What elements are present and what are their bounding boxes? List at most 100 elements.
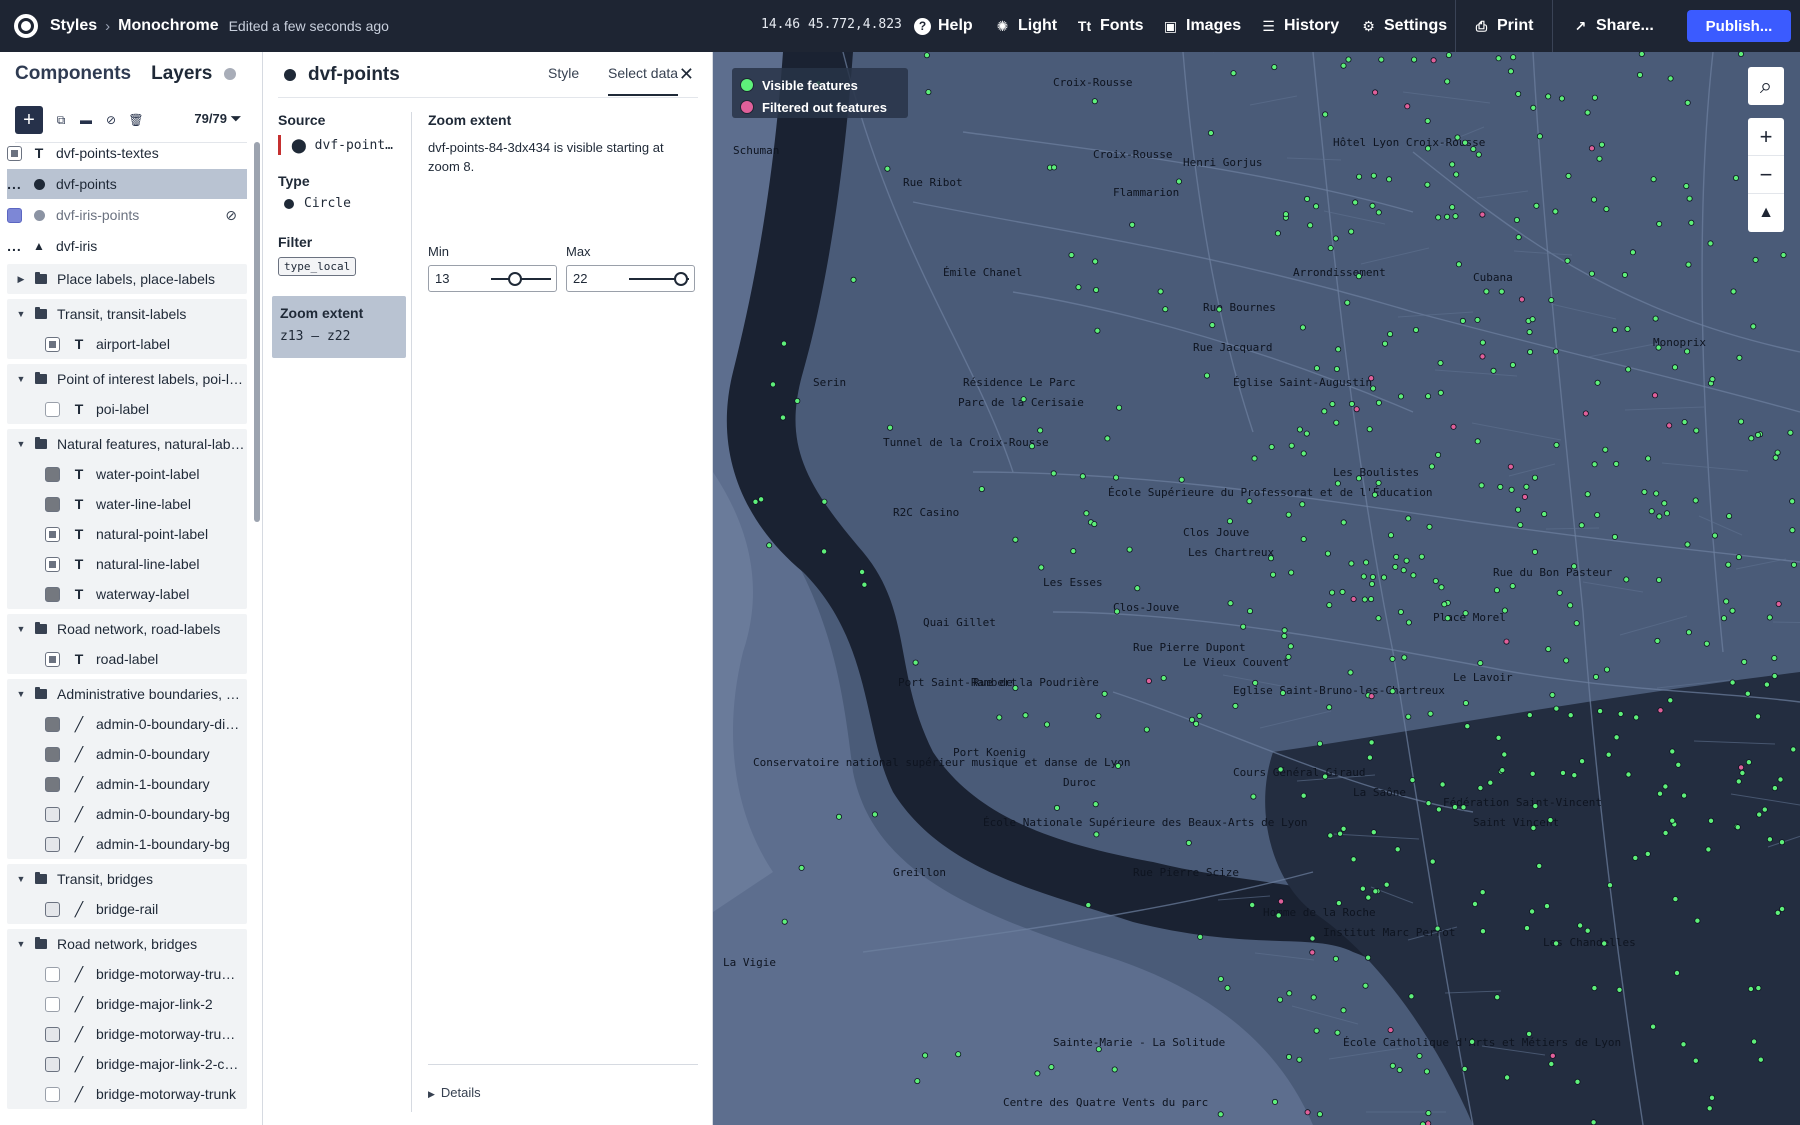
layer-row[interactable]: ╱ admin-0-boundary — [7, 739, 247, 769]
source-selector[interactable]: ⬤ dvf-point… — [278, 135, 393, 155]
layer-row[interactable]: ╱ bridge-major-link-2-case — [7, 1049, 247, 1079]
layer-visibility-checkbox[interactable] — [45, 496, 60, 512]
layer-row[interactable]: Troad-label — [7, 644, 247, 674]
light-button[interactable]: ✺ Light — [994, 0, 1057, 52]
caret-down-icon[interactable]: ▼ — [13, 439, 29, 449]
tab-components[interactable]: Components — [15, 63, 131, 85]
layer-row[interactable]: Tpoi-label — [7, 394, 247, 424]
layer-row[interactable]: ╱ admin-1-boundary — [7, 769, 247, 799]
layer-row[interactable]: Tnatural-point-label — [7, 519, 247, 549]
images-button[interactable]: ▣ Images — [1162, 0, 1241, 52]
layer-row[interactable]: Tairport-label — [7, 329, 247, 359]
caret-down-icon[interactable]: ▼ — [13, 689, 29, 699]
layer-visibility-checkbox[interactable] — [45, 996, 60, 1012]
layer-group-header[interactable]: ▼ Natural features, natural-labels — [7, 429, 247, 459]
min-zoom-slider-handle[interactable] — [508, 272, 522, 286]
layer-group-header[interactable]: ▶ Place labels, place-labels — [7, 264, 247, 294]
more-icon[interactable]: ... — [7, 238, 22, 254]
caret-down-icon[interactable]: ▼ — [13, 309, 29, 319]
layer-row[interactable]: dvf-iris-points ⊘ — [7, 200, 247, 230]
layer-visibility-checkbox[interactable] — [7, 207, 22, 223]
group-icon[interactable]: ▬ — [79, 113, 93, 127]
zoom-out-icon[interactable]: − — [1748, 156, 1784, 194]
layer-row[interactable]: Twater-line-label — [7, 489, 247, 519]
layer-visibility-checkbox[interactable] — [45, 836, 60, 852]
layer-visibility-checkbox[interactable] — [45, 336, 60, 352]
layer-visibility-checkbox[interactable] — [45, 746, 60, 762]
layer-group-header[interactable]: ▼ Point of interest labels, poi-labels — [7, 364, 247, 394]
layer-row[interactable]: ╱ admin-0-boundary-disputed — [7, 709, 247, 739]
layer-group-header[interactable]: ▼ Administrative boundaries, admin — [7, 679, 247, 709]
layer-row[interactable]: ╱ admin-0-boundary-bg — [7, 799, 247, 829]
layer-row[interactable]: Tdvf-points-textes — [7, 138, 247, 168]
layer-row[interactable]: ╱ bridge-motorway-trunk-2 — [7, 1019, 247, 1049]
layer-visibility-checkbox[interactable] — [45, 651, 60, 667]
type-selector[interactable]: Circle — [278, 196, 351, 211]
compass-icon[interactable]: ▲ — [1748, 194, 1784, 232]
map-render[interactable]: Croix-RousseRue RibotHenri GorjusHôtel L… — [713, 52, 1800, 1125]
layer-row[interactable]: ... dvf-points — [7, 169, 247, 199]
layer-visibility-checkbox[interactable] — [45, 1026, 60, 1042]
max-zoom-slider-handle[interactable] — [674, 272, 688, 286]
layer-row[interactable]: ╱ bridge-rail — [7, 894, 247, 924]
layer-group-header[interactable]: ▼ Road network, bridges — [7, 929, 247, 959]
min-zoom-input[interactable]: 13 — [428, 265, 557, 292]
layer-visibility-checkbox[interactable] — [45, 1056, 60, 1072]
caret-down-icon[interactable]: ▼ — [13, 874, 29, 884]
style-name[interactable]: Monochrome — [118, 17, 218, 35]
layer-row[interactable]: ╱ bridge-motorway-trunk — [7, 1079, 247, 1109]
caret-down-icon[interactable]: ▼ — [13, 374, 29, 384]
caret-down-icon[interactable]: ▼ — [13, 624, 29, 634]
layer-group-header[interactable]: ▼ Road network, road-labels — [7, 614, 247, 644]
layer-visibility-checkbox[interactable] — [45, 716, 60, 732]
hide-icon[interactable]: ⊘ — [104, 113, 118, 127]
details-toggle[interactable]: ▶ Details — [428, 1064, 698, 1100]
layer-row[interactable]: ... ▲ dvf-iris — [7, 231, 247, 261]
print-button[interactable]: ⎙ Print — [1473, 0, 1534, 52]
layer-group-header[interactable]: ▼ Transit, bridges — [7, 864, 247, 894]
layer-visibility-checkbox[interactable] — [45, 401, 60, 417]
layer-visibility-checkbox[interactable] — [45, 776, 60, 792]
filter-icon[interactable]: ⏷ — [231, 111, 241, 126]
layer-visibility-checkbox[interactable] — [45, 526, 60, 542]
layer-row[interactable]: ╱ admin-1-boundary-bg — [7, 829, 247, 859]
hidden-eye-icon[interactable]: ⊘ — [225, 207, 237, 224]
layers-scrollbar[interactable] — [254, 142, 260, 522]
caret-right-icon[interactable]: ▶ — [13, 274, 29, 285]
max-zoom-input[interactable]: 22 — [566, 265, 695, 292]
layer-visibility-checkbox[interactable] — [7, 145, 22, 161]
layer-group-header[interactable]: ▼ Transit, transit-labels — [7, 299, 247, 329]
app-logo-icon[interactable] — [14, 14, 38, 38]
layer-row[interactable]: ╱ bridge-motorway-trunk-case — [7, 959, 247, 989]
publish-button[interactable]: Publish... — [1687, 10, 1791, 42]
zoom-in-icon[interactable]: + — [1748, 118, 1784, 156]
search-icon[interactable]: ⌕ — [1748, 67, 1784, 105]
tab-layers[interactable]: Layers — [151, 63, 212, 85]
fonts-button[interactable]: Tt Fonts — [1076, 0, 1144, 52]
layer-row[interactable]: Twaterway-label — [7, 579, 247, 609]
layer-visibility-checkbox[interactable] — [45, 806, 60, 822]
tab-select-data[interactable]: Select data — [608, 65, 679, 96]
history-button[interactable]: ☰ History — [1260, 0, 1339, 52]
share-button[interactable]: ↗ Share... — [1572, 0, 1654, 52]
map-search-control[interactable]: ⌕ — [1748, 67, 1784, 105]
close-icon[interactable]: ✕ — [679, 64, 694, 85]
layer-row[interactable]: ╱ bridge-major-link-2 — [7, 989, 247, 1019]
layer-visibility-checkbox[interactable] — [45, 901, 60, 917]
delete-icon[interactable]: 🗑 — [128, 113, 143, 127]
caret-down-icon[interactable]: ▼ — [13, 939, 29, 949]
add-layer-button[interactable]: + — [15, 106, 43, 134]
zoom-extent-section[interactable]: Zoom extent z13 — z22 — [272, 296, 406, 358]
breadcrumb-styles[interactable]: Styles — [50, 17, 97, 35]
layer-visibility-checkbox[interactable] — [45, 966, 60, 982]
layer-visibility-checkbox[interactable] — [45, 1086, 60, 1102]
layer-row[interactable]: Twater-point-label — [7, 459, 247, 489]
layer-visibility-checkbox[interactable] — [45, 466, 60, 482]
layer-row[interactable]: Tnatural-line-label — [7, 549, 247, 579]
filter-chip[interactable]: type_local — [278, 257, 357, 276]
layer-visibility-checkbox[interactable] — [45, 586, 60, 602]
settings-button[interactable]: ⚙ Settings — [1360, 0, 1447, 52]
more-icon[interactable]: ... — [7, 176, 22, 192]
map-canvas[interactable]: Croix-Rousse Rue Ribot Henri Gorjus Hôtel L… — [713, 52, 1800, 1125]
layer-visibility-checkbox[interactable] — [45, 556, 60, 572]
